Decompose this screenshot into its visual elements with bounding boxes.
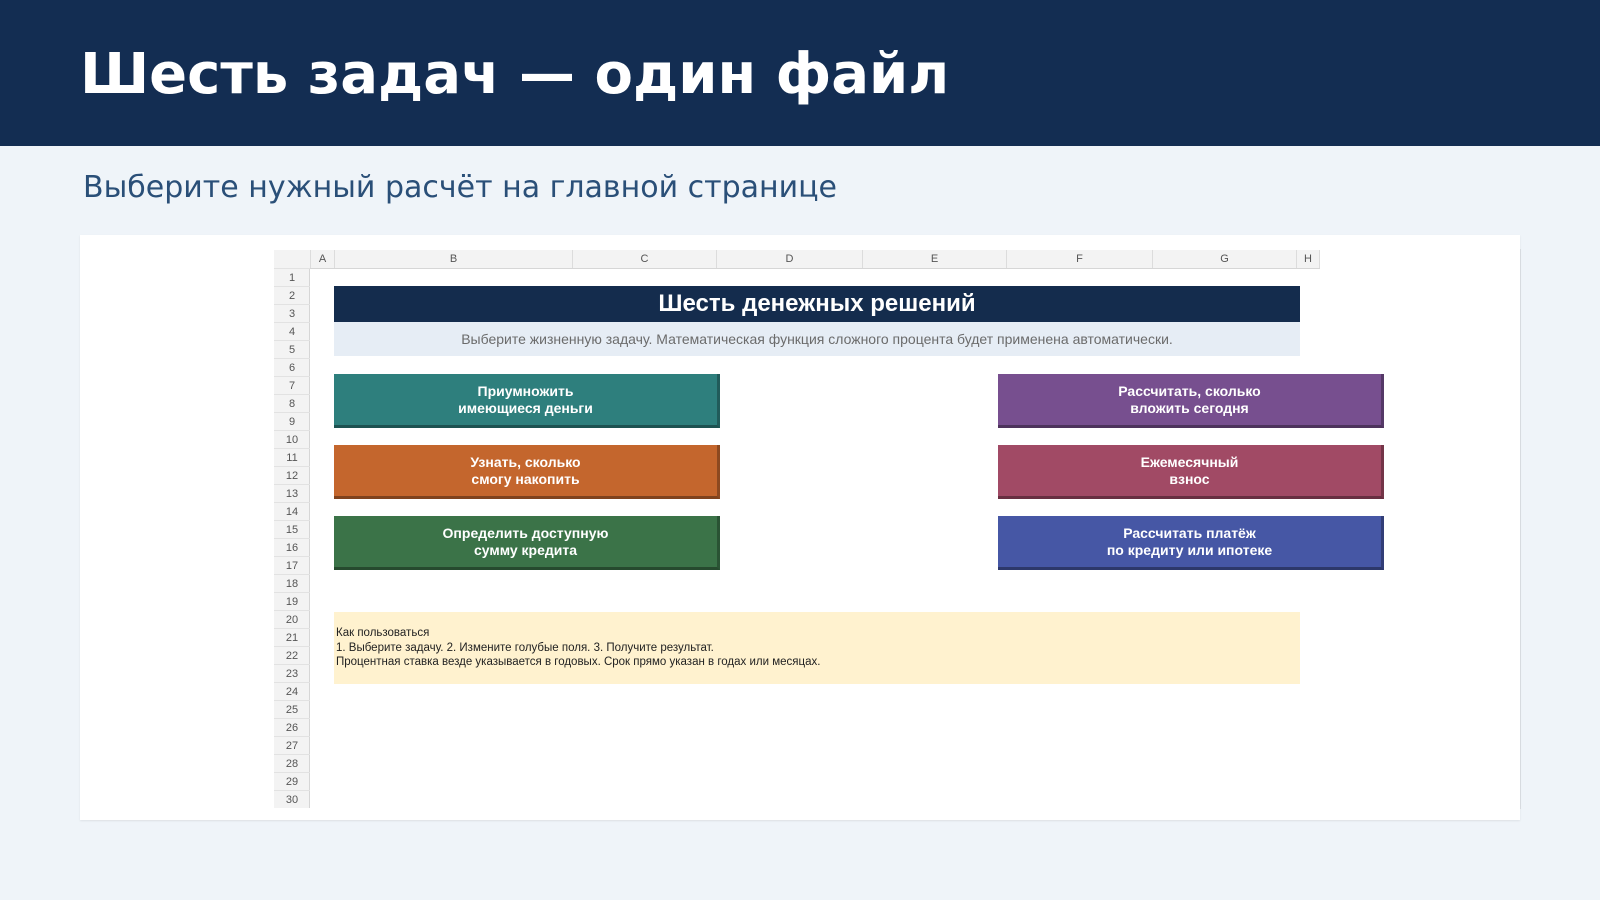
column-header-row: A B C D E F G H xyxy=(274,250,1320,269)
row-header[interactable]: 19 xyxy=(274,592,310,610)
row-header[interactable]: 2 xyxy=(274,286,310,304)
task-button-label: Ежемесячный взнос xyxy=(1140,453,1239,487)
how-to-heading: Как пользоваться xyxy=(336,627,430,639)
how-to-steps: 1. Выберите задачу. 2. Измените голубые … xyxy=(336,641,714,654)
task-button-loan-payment[interactable]: Рассчитать платёж по кредиту или ипотеке xyxy=(998,516,1384,570)
row-header[interactable]: 24 xyxy=(274,682,310,700)
row-header[interactable]: 8 xyxy=(274,394,310,412)
row-header[interactable]: 10 xyxy=(274,430,310,448)
column-header-c[interactable]: C xyxy=(572,250,716,268)
row-header[interactable]: 28 xyxy=(274,754,310,772)
sheet-banner-title: Шесть денежных решений xyxy=(334,286,1300,322)
row-header[interactable]: 9 xyxy=(274,412,310,430)
column-header-b[interactable]: B xyxy=(334,250,572,268)
row-header[interactable]: 25 xyxy=(274,700,310,718)
row-header[interactable]: 30 xyxy=(274,790,310,808)
task-button-multiply-money[interactable]: Приумножить имеющиеся деньги xyxy=(334,374,720,428)
row-header[interactable]: 22 xyxy=(274,646,310,664)
row-header[interactable]: 23 xyxy=(274,664,310,682)
column-header-h[interactable]: H xyxy=(1296,250,1320,268)
row-header[interactable]: 1 xyxy=(274,268,310,286)
screenshot-card: A B C D E F G H 1 2 3 4 5 6 7 8 9 10 11 12 13 14 15 16 1… xyxy=(80,235,1521,821)
slide-subtitle: Выберите нужный расчёт на главной страни… xyxy=(83,170,837,205)
row-header[interactable]: 11 xyxy=(274,448,310,466)
how-to-rate-note: Процентная ставка везде указывается в го… xyxy=(336,656,821,668)
row-header[interactable]: 13 xyxy=(274,484,310,502)
slide-header: Шесть задач — один файл xyxy=(0,0,1600,146)
column-header-a[interactable]: A xyxy=(310,250,334,268)
how-to-use-note: Как пользоваться 1. Выберите задачу. 2. … xyxy=(334,612,1300,684)
task-button-label: Определить доступную сумму кредита xyxy=(442,524,609,558)
slide-title: Шесть задач — один файл xyxy=(80,42,950,107)
column-header-f[interactable]: F xyxy=(1006,250,1152,268)
row-header[interactable]: 16 xyxy=(274,538,310,556)
card-edge xyxy=(1520,249,1521,809)
row-header[interactable]: 3 xyxy=(274,304,310,322)
task-button-savings-total[interactable]: Узнать, сколько смогу накопить xyxy=(334,445,720,499)
row-header[interactable]: 17 xyxy=(274,556,310,574)
row-header[interactable]: 26 xyxy=(274,718,310,736)
row-header[interactable]: 20 xyxy=(274,610,310,628)
task-button-label: Узнать, сколько смогу накопить xyxy=(470,453,581,487)
task-button-label: Рассчитать платёж по кредиту или ипотеке xyxy=(1106,524,1273,558)
task-button-loan-amount[interactable]: Определить доступную сумму кредита xyxy=(334,516,720,570)
row-header[interactable]: 6 xyxy=(274,358,310,376)
task-button-label: Рассчитать, сколько вложить сегодня xyxy=(1118,382,1261,416)
select-all-corner[interactable] xyxy=(274,250,310,268)
row-header[interactable]: 21 xyxy=(274,628,310,646)
task-button-label: Приумножить имеющиеся деньги xyxy=(458,382,593,416)
row-header[interactable]: 15 xyxy=(274,520,310,538)
row-header[interactable]: 12 xyxy=(274,466,310,484)
column-header-d[interactable]: D xyxy=(716,250,862,268)
row-header[interactable]: 29 xyxy=(274,772,310,790)
task-button-invest-today[interactable]: Рассчитать, сколько вложить сегодня xyxy=(998,374,1384,428)
column-header-e[interactable]: E xyxy=(862,250,1006,268)
row-header-column: 1 2 3 4 5 6 7 8 9 10 11 12 13 14 15 16 17 18 19 20 21 22 23 24 2… xyxy=(274,268,310,808)
row-header[interactable]: 5 xyxy=(274,340,310,358)
card-bottom-edge xyxy=(90,820,1510,821)
task-button-monthly-payment[interactable]: Ежемесячный взнос xyxy=(998,445,1384,499)
row-header[interactable]: 7 xyxy=(274,376,310,394)
column-header-g[interactable]: G xyxy=(1152,250,1296,268)
row-header[interactable]: 4 xyxy=(274,322,310,340)
sheet-banner-subtitle: Выберите жизненную задачу. Математическа… xyxy=(334,322,1300,356)
spreadsheet: A B C D E F G H 1 2 3 4 5 6 7 8 9 10 11 12 13 14 15 16 1… xyxy=(274,250,1384,808)
row-header[interactable]: 14 xyxy=(274,502,310,520)
row-header[interactable]: 18 xyxy=(274,574,310,592)
row-header[interactable]: 27 xyxy=(274,736,310,754)
